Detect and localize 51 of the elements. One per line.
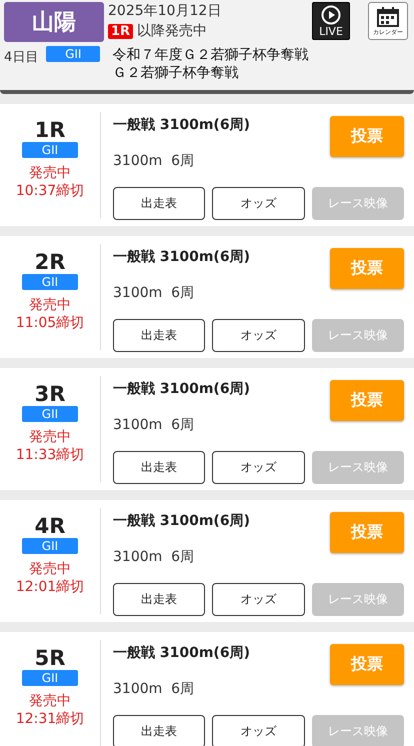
calendar-icon [376, 6, 400, 28]
race-name: 一般戦 3100m(6周) [113, 644, 251, 663]
sale-status: 発売中 [29, 560, 71, 578]
race-button[interactable]: 出走表 [113, 583, 206, 616]
race-button[interactable]: オッズ [212, 583, 305, 616]
race-name: 一般戦 3100m(6周) [113, 380, 251, 399]
race-number: 1R [34, 118, 66, 142]
race-distance: 3100m 6周 [113, 152, 196, 171]
grade-badge: GII [22, 406, 78, 422]
deadline-time: 12:31締切 [16, 710, 84, 728]
race-distance: 3100m 6周 [113, 548, 196, 567]
race-distance: 3100m 6周 [113, 416, 196, 435]
sale-status: 発売中 [29, 692, 71, 710]
deadline-time: 10:37締切 [16, 182, 84, 200]
grade-badge: GII [22, 274, 78, 290]
sale-status: 発売中 [29, 428, 71, 446]
race-number: 5R [34, 646, 66, 670]
sale-status: 以降発売中 [137, 22, 208, 40]
race-button[interactable]: オッズ [212, 451, 305, 484]
race-button[interactable]: 出走表 [113, 451, 206, 484]
event-title: Ｇ２若獅子杯争奪戦 [112, 64, 240, 82]
play-icon [321, 4, 341, 24]
race-number-badge: 1R [108, 24, 134, 38]
race-distance: 3100m 6周 [113, 680, 196, 699]
deadline-time: 12:01締切 [16, 578, 84, 596]
race-number: 4R [34, 514, 66, 538]
race-button[interactable]: 出走表 [113, 187, 206, 220]
race-button[interactable]: オッズ [212, 319, 305, 352]
race-name: 一般戦 3100m(6周) [113, 512, 251, 531]
race-name: 一般戦 3100m(6周) [113, 248, 251, 267]
race-name: 一般戦 3100m(6周) [113, 116, 251, 135]
race-number: 3R [34, 382, 66, 406]
grade-badge: GII [22, 142, 78, 158]
event-title: 令和７年度Ｇ２若獅子杯争奪戦 [112, 46, 308, 64]
live-button[interactable]: LIVE [312, 2, 350, 40]
day-label: 4日目 [4, 49, 38, 66]
sale-status: 発売中 [29, 164, 71, 182]
race-button[interactable]: オッズ [212, 715, 305, 746]
sale-status: 発売中 [29, 296, 71, 314]
race-button[interactable]: 出走表 [113, 319, 206, 352]
grade-badge: GII [22, 670, 78, 686]
deadline-time: 11:05締切 [16, 314, 84, 332]
race-button[interactable]: 出走表 [113, 715, 206, 746]
deadline-time: 11:33締切 [16, 446, 84, 464]
grade-badge: GII [46, 46, 100, 62]
race-button[interactable]: オッズ [212, 187, 305, 220]
race-number: 2R [34, 250, 66, 274]
venue-name: 山陽 [4, 2, 104, 42]
race-distance: 3100m 6周 [113, 284, 196, 303]
race-date: 2025年10月12日 [108, 2, 222, 20]
grade-badge: GII [22, 538, 78, 554]
